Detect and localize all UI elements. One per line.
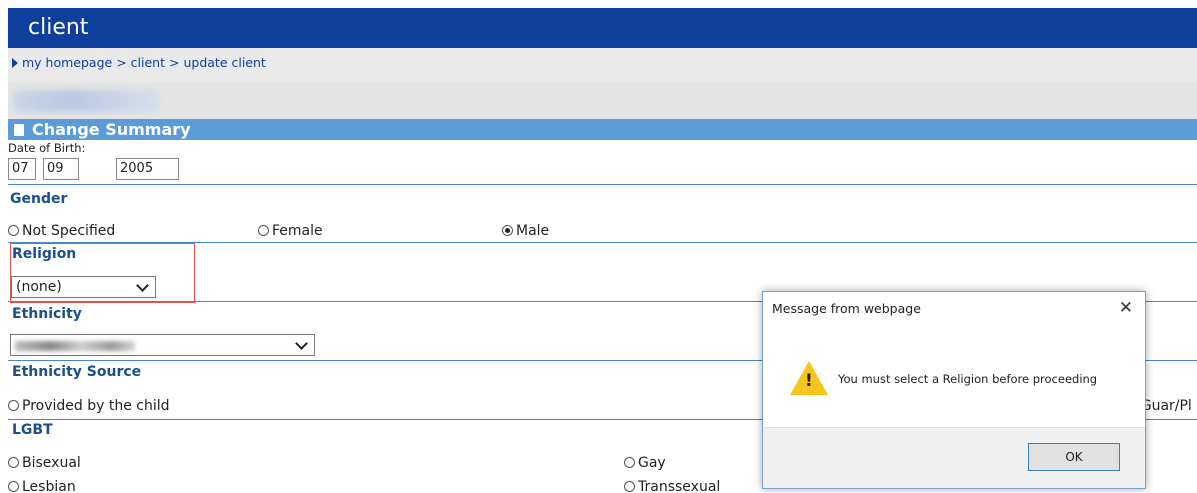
religion-select-value: (none) — [16, 279, 62, 295]
lgbt-option-gay[interactable]: Gay — [624, 455, 666, 471]
page-header: client — [8, 8, 1197, 48]
client-page: client my homepage > client > update cli… — [8, 8, 1197, 493]
radio-label: Bisexual — [22, 455, 81, 471]
dialog-title: Message from webpage — [772, 301, 921, 316]
dob-label: Date of Birth: — [8, 141, 86, 155]
lgbt-label: LGBT — [12, 422, 53, 438]
gender-label: Gender — [10, 191, 68, 207]
radio-label: Gay — [638, 455, 666, 471]
radio-unchecked-icon — [8, 400, 19, 411]
radio-label: Provided by the child — [22, 398, 170, 414]
dob-month-input[interactable]: 09 — [43, 158, 79, 180]
radio-unchecked-icon — [624, 457, 635, 468]
ethnicity-label: Ethnicity — [12, 306, 82, 322]
lgbt-option-bisexual[interactable]: Bisexual — [8, 455, 81, 471]
dob-year-input[interactable]: 2005 — [116, 158, 179, 180]
lgbt-option-lesbian[interactable]: Lesbian — [8, 479, 76, 493]
close-icon[interactable]: ✕ — [1119, 298, 1133, 318]
radio-label: Lesbian — [22, 479, 76, 493]
warning-exclamation: ! — [805, 371, 813, 391]
breadcrumb-arrow-icon — [12, 58, 18, 68]
radio-label: Not Specified — [22, 223, 116, 239]
client-name-redacted — [14, 90, 159, 112]
ethnicity-select[interactable] — [10, 334, 315, 356]
dob-day-input[interactable]: 07 — [8, 158, 36, 180]
dialog-footer: OK — [763, 427, 1145, 488]
gender-option-male[interactable]: Male — [502, 223, 549, 239]
radio-label: Male — [516, 223, 550, 239]
breadcrumb-separator: > — [116, 55, 127, 70]
alert-dialog: Message from webpage ✕ ! You must select… — [762, 291, 1146, 489]
dialog-message: You must select a Religion before procee… — [838, 372, 1098, 386]
breadcrumb-home-link[interactable]: my homepage — [22, 55, 112, 70]
chevron-down-icon — [295, 337, 308, 350]
gender-option-not-specified[interactable]: Not Specified — [8, 223, 115, 239]
religion-select[interactable]: (none) — [11, 276, 156, 298]
gender-option-female[interactable]: Female — [258, 223, 323, 239]
radio-unchecked-icon — [624, 481, 635, 492]
breadcrumb: my homepage > client > update client — [8, 48, 1197, 82]
collapse-icon — [14, 124, 24, 136]
lgbt-option-transsexual[interactable]: Transsexual — [624, 479, 720, 493]
radio-checked-icon — [502, 225, 513, 236]
radio-unchecked-icon — [8, 481, 19, 492]
ethnicity-source-label: Ethnicity Source — [12, 364, 142, 380]
chevron-down-icon — [136, 279, 149, 292]
divider — [8, 184, 1197, 185]
ethnicity-value-redacted — [15, 341, 135, 351]
change-summary-header[interactable]: Change Summary — [8, 119, 1197, 140]
client-name-bar — [8, 82, 1197, 119]
radio-unchecked-icon — [8, 457, 19, 468]
radio-unchecked-icon — [8, 225, 19, 236]
ethnicity-source-option-child[interactable]: Provided by the child — [8, 398, 170, 414]
religion-label: Religion — [12, 246, 77, 262]
radio-unchecked-icon — [258, 225, 269, 236]
breadcrumb-client-link[interactable]: client — [131, 55, 165, 70]
page-title: client — [28, 15, 89, 40]
breadcrumb-separator: > — [169, 55, 180, 70]
radio-label: Transsexual — [638, 479, 721, 493]
section-title: Change Summary — [32, 120, 191, 139]
breadcrumb-current: update client — [183, 55, 266, 70]
ok-button[interactable]: OK — [1028, 443, 1120, 471]
radio-label: Female — [272, 223, 323, 239]
